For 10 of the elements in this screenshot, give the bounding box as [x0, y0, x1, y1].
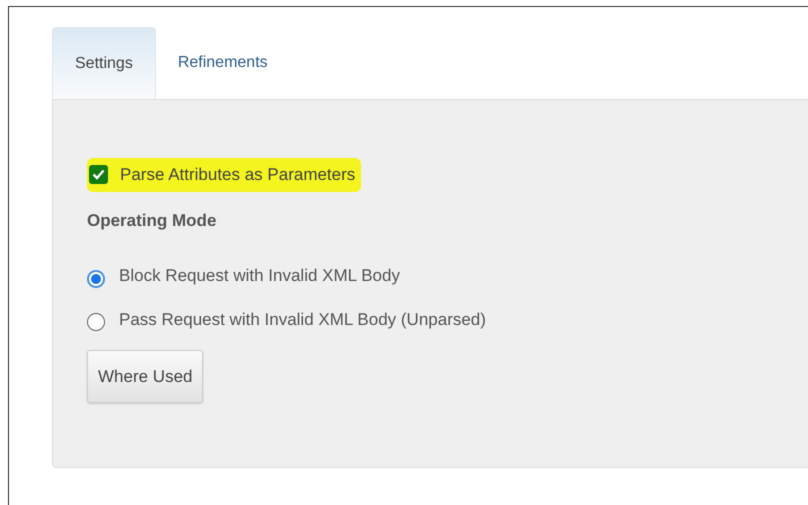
- checkbox-label: Parse Attributes as Parameters: [120, 164, 356, 186]
- radio-label: Pass Request with Invalid XML Body (Unparsed): [119, 308, 486, 330]
- radio-label: Block Request with Invalid XML Body: [119, 265, 400, 287]
- where-used-button[interactable]: Where Used: [87, 350, 204, 403]
- checkmark-icon: [92, 169, 105, 180]
- tab[interactable]: Settings: [52, 27, 156, 99]
- checkbox[interactable]: [89, 165, 108, 184]
- radio-button[interactable]: [87, 270, 105, 288]
- radio-button[interactable]: [87, 313, 105, 332]
- section-title: Operating Mode: [87, 210, 218, 232]
